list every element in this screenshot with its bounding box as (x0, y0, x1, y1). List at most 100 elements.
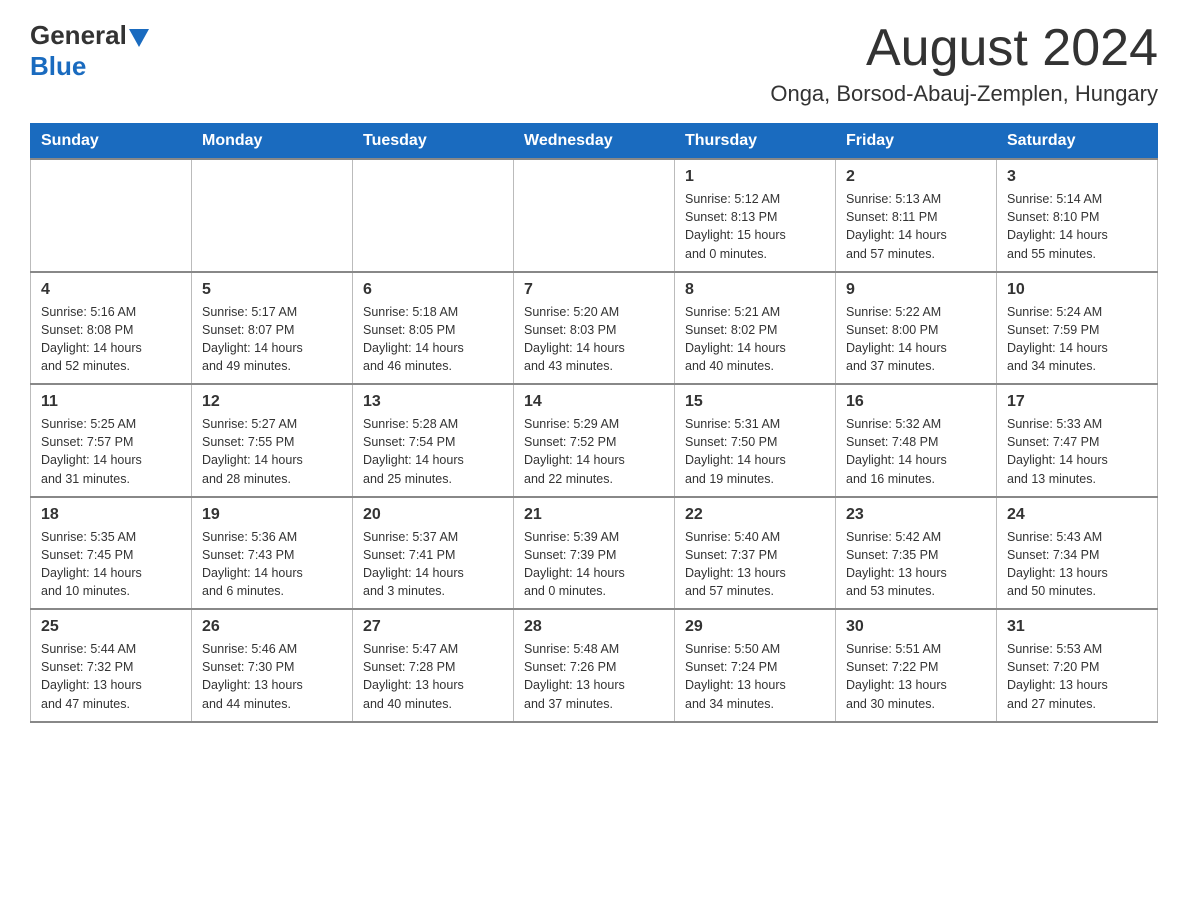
calendar-header-row: SundayMondayTuesdayWednesdayThursdayFrid… (31, 124, 1158, 160)
col-header-saturday: Saturday (997, 124, 1158, 160)
day-info: Sunrise: 5:36 AM Sunset: 7:43 PM Dayligh… (202, 528, 342, 601)
day-info: Sunrise: 5:20 AM Sunset: 8:03 PM Dayligh… (524, 303, 664, 376)
calendar-cell: 11 Sunrise: 5:25 AM Sunset: 7:57 PM Dayli… (31, 384, 192, 497)
day-number: 9 (846, 281, 986, 299)
calendar-cell: 8 Sunrise: 5:21 AM Sunset: 8:02 PM Daylig… (675, 272, 836, 385)
calendar-week-row: 18Sunrise: 5:35 AM Sunset: 7:45 PM Dayli… (31, 497, 1158, 610)
day-info: Sunrise: 5:47 AM Sunset: 7:28 PM Dayligh… (363, 640, 503, 713)
day-info: Sunrise: 5:51 AM Sunset: 7:22 PM Dayligh… (846, 640, 986, 713)
day-number: 4 (41, 281, 181, 299)
location-title: Onga, Borsod-Abauj-Zemplen, Hungary (770, 81, 1158, 107)
day-info: Sunrise: 5:33 AM Sunset: 7:47 PM Dayligh… (1007, 415, 1147, 488)
day-number: 21 (524, 506, 664, 524)
day-number: 8 (685, 281, 825, 299)
calendar-cell: 27 Sunrise: 5:47 AM Sunset: 7:28 PM Dayli… (353, 609, 514, 722)
day-info: Sunrise: 5:53 AM Sunset: 7:20 PM Dayligh… (1007, 640, 1147, 713)
day-number: 31 (1007, 618, 1147, 636)
calendar-table: SundayMondayTuesdayWednesdayThursdayFrid… (30, 123, 1158, 723)
calendar-cell: 10Sunrise: 5:24 AM Sunset: 7:59 PM Dayli… (997, 272, 1158, 385)
calendar-cell: 3 Sunrise: 5:14 AM Sunset: 8:10 PM Daylig… (997, 159, 1158, 272)
calendar-cell: 31 Sunrise: 5:53 AM Sunset: 7:20 PM Dayli… (997, 609, 1158, 722)
day-number: 16 (846, 393, 986, 411)
calendar-cell: 25 Sunrise: 5:44 AM Sunset: 7:32 PM Dayli… (31, 609, 192, 722)
calendar-cell: 22 Sunrise: 5:40 AM Sunset: 7:37 PM Dayli… (675, 497, 836, 610)
calendar-cell (353, 159, 514, 272)
day-info: Sunrise: 5:17 AM Sunset: 8:07 PM Dayligh… (202, 303, 342, 376)
calendar-cell: 21 Sunrise: 5:39 AM Sunset: 7:39 PM Dayli… (514, 497, 675, 610)
logo-general-text: General (30, 20, 127, 51)
day-info: Sunrise: 5:39 AM Sunset: 7:39 PM Dayligh… (524, 528, 664, 601)
day-info: Sunrise: 5:28 AM Sunset: 7:54 PM Dayligh… (363, 415, 503, 488)
calendar-cell: 5 Sunrise: 5:17 AM Sunset: 8:07 PM Daylig… (192, 272, 353, 385)
calendar-cell: 17Sunrise: 5:33 AM Sunset: 7:47 PM Dayli… (997, 384, 1158, 497)
calendar-cell: 2 Sunrise: 5:13 AM Sunset: 8:11 PM Daylig… (836, 159, 997, 272)
day-info: Sunrise: 5:25 AM Sunset: 7:57 PM Dayligh… (41, 415, 181, 488)
calendar-cell: 15 Sunrise: 5:31 AM Sunset: 7:50 PM Dayli… (675, 384, 836, 497)
day-info: Sunrise: 5:13 AM Sunset: 8:11 PM Dayligh… (846, 190, 986, 263)
day-info: Sunrise: 5:22 AM Sunset: 8:00 PM Dayligh… (846, 303, 986, 376)
day-number: 29 (685, 618, 825, 636)
day-number: 22 (685, 506, 825, 524)
day-info: Sunrise: 5:14 AM Sunset: 8:10 PM Dayligh… (1007, 190, 1147, 263)
day-info: Sunrise: 5:29 AM Sunset: 7:52 PM Dayligh… (524, 415, 664, 488)
col-header-monday: Monday (192, 124, 353, 160)
title-area: August 2024 Onga, Borsod-Abauj-Zemplen, … (770, 20, 1158, 107)
calendar-cell: 30 Sunrise: 5:51 AM Sunset: 7:22 PM Dayli… (836, 609, 997, 722)
day-number: 6 (363, 281, 503, 299)
calendar-week-row: 1Sunrise: 5:12 AM Sunset: 8:13 PM Daylig… (31, 159, 1158, 272)
calendar-cell: 6 Sunrise: 5:18 AM Sunset: 8:05 PM Daylig… (353, 272, 514, 385)
calendar-week-row: 11 Sunrise: 5:25 AM Sunset: 7:57 PM Dayli… (31, 384, 1158, 497)
day-number: 2 (846, 168, 986, 186)
day-info: Sunrise: 5:27 AM Sunset: 7:55 PM Dayligh… (202, 415, 342, 488)
day-number: 5 (202, 281, 342, 299)
calendar-cell: 4 Sunrise: 5:16 AM Sunset: 8:08 PM Daylig… (31, 272, 192, 385)
day-number: 19 (202, 506, 342, 524)
day-number: 26 (202, 618, 342, 636)
day-info: Sunrise: 5:21 AM Sunset: 8:02 PM Dayligh… (685, 303, 825, 376)
day-info: Sunrise: 5:31 AM Sunset: 7:50 PM Dayligh… (685, 415, 825, 488)
day-info: Sunrise: 5:43 AM Sunset: 7:34 PM Dayligh… (1007, 528, 1147, 601)
day-number: 23 (846, 506, 986, 524)
calendar-cell: 1Sunrise: 5:12 AM Sunset: 8:13 PM Daylig… (675, 159, 836, 272)
calendar-cell: 23 Sunrise: 5:42 AM Sunset: 7:35 PM Dayli… (836, 497, 997, 610)
calendar-cell: 14Sunrise: 5:29 AM Sunset: 7:52 PM Dayli… (514, 384, 675, 497)
day-number: 13 (363, 393, 503, 411)
day-info: Sunrise: 5:37 AM Sunset: 7:41 PM Dayligh… (363, 528, 503, 601)
day-info: Sunrise: 5:32 AM Sunset: 7:48 PM Dayligh… (846, 415, 986, 488)
day-info: Sunrise: 5:48 AM Sunset: 7:26 PM Dayligh… (524, 640, 664, 713)
day-number: 3 (1007, 168, 1147, 186)
calendar-cell (192, 159, 353, 272)
day-number: 25 (41, 618, 181, 636)
day-number: 11 (41, 393, 181, 411)
header: General Blue August 2024 Onga, Borsod-Ab… (30, 20, 1158, 107)
day-number: 15 (685, 393, 825, 411)
day-info: Sunrise: 5:12 AM Sunset: 8:13 PM Dayligh… (685, 190, 825, 263)
day-number: 7 (524, 281, 664, 299)
calendar-cell: 20Sunrise: 5:37 AM Sunset: 7:41 PM Dayli… (353, 497, 514, 610)
col-header-wednesday: Wednesday (514, 124, 675, 160)
day-info: Sunrise: 5:18 AM Sunset: 8:05 PM Dayligh… (363, 303, 503, 376)
day-info: Sunrise: 5:44 AM Sunset: 7:32 PM Dayligh… (41, 640, 181, 713)
col-header-friday: Friday (836, 124, 997, 160)
day-number: 28 (524, 618, 664, 636)
logo-triangle-icon (129, 29, 149, 47)
day-info: Sunrise: 5:16 AM Sunset: 8:08 PM Dayligh… (41, 303, 181, 376)
day-info: Sunrise: 5:40 AM Sunset: 7:37 PM Dayligh… (685, 528, 825, 601)
day-number: 27 (363, 618, 503, 636)
calendar-cell (31, 159, 192, 272)
calendar-cell (514, 159, 675, 272)
day-info: Sunrise: 5:35 AM Sunset: 7:45 PM Dayligh… (41, 528, 181, 601)
calendar-cell: 26Sunrise: 5:46 AM Sunset: 7:30 PM Dayli… (192, 609, 353, 722)
col-header-tuesday: Tuesday (353, 124, 514, 160)
day-info: Sunrise: 5:42 AM Sunset: 7:35 PM Dayligh… (846, 528, 986, 601)
day-info: Sunrise: 5:50 AM Sunset: 7:24 PM Dayligh… (685, 640, 825, 713)
calendar-cell: 24Sunrise: 5:43 AM Sunset: 7:34 PM Dayli… (997, 497, 1158, 610)
logo: General Blue (30, 20, 149, 82)
calendar-cell: 7 Sunrise: 5:20 AM Sunset: 8:03 PM Daylig… (514, 272, 675, 385)
calendar-cell: 28 Sunrise: 5:48 AM Sunset: 7:26 PM Dayli… (514, 609, 675, 722)
day-number: 30 (846, 618, 986, 636)
calendar-cell: 29 Sunrise: 5:50 AM Sunset: 7:24 PM Dayli… (675, 609, 836, 722)
calendar-cell: 16 Sunrise: 5:32 AM Sunset: 7:48 PM Dayli… (836, 384, 997, 497)
calendar-cell: 12Sunrise: 5:27 AM Sunset: 7:55 PM Dayli… (192, 384, 353, 497)
day-number: 10 (1007, 281, 1147, 299)
